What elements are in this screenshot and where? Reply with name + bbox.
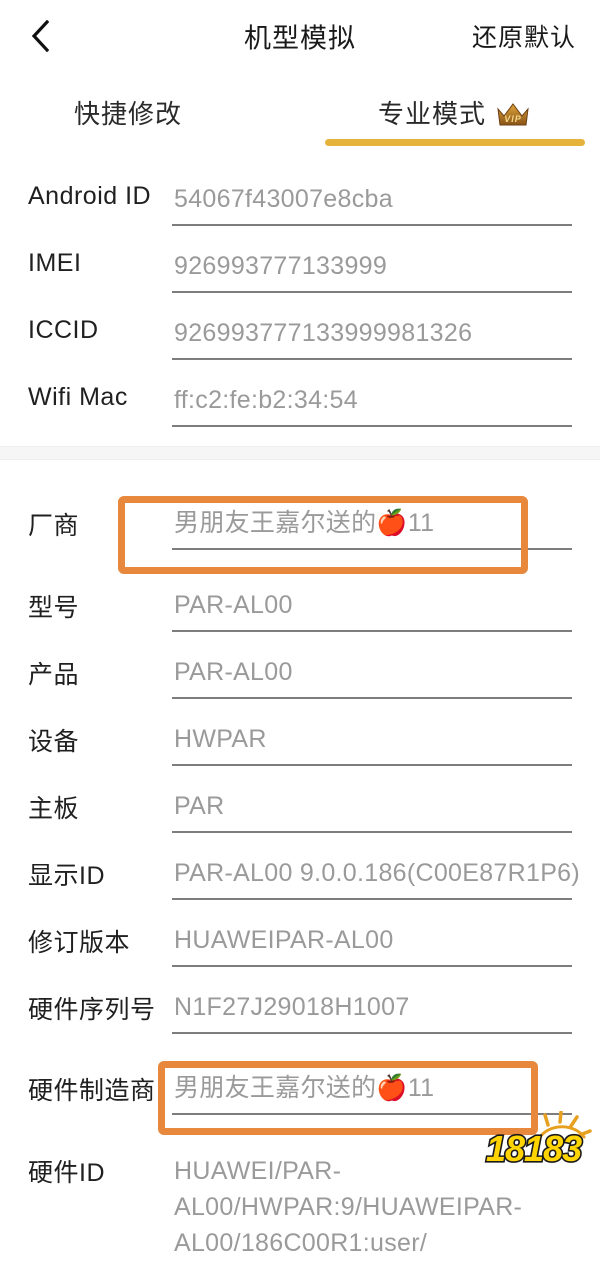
row-label: 显示ID [28,862,106,890]
display-id-input[interactable]: PAR-AL00 9.0.0.186(C00E87R1P6) [172,852,580,900]
form-row-display-id[interactable]: 显示ID PAR-AL00 9.0.0.186(C00E87R1P6) [0,842,600,909]
row-label: Wifi Mac [28,383,128,411]
row-value: HUAWEI/PAR-AL00/HWPAR:9/HUAWEIPAR-AL00/1… [174,1157,523,1257]
row-value: N1F27J29018H1007 [174,993,410,1021]
row-label: 设备 [28,728,80,756]
row-value: HWPAR [174,725,267,753]
field-underline [172,764,572,766]
android-id-input[interactable]: 54067f43007e8cba [172,178,572,226]
field-underline [172,224,572,226]
row-label: 硬件序列号 [28,996,156,1024]
navigation-bar: 机型模拟 还原默认 [0,0,600,72]
row-label: ICCID [28,316,99,344]
field-underline [172,965,572,967]
board-input[interactable]: PAR [172,785,572,833]
form-row-iccid[interactable]: ICCID 926993777133999981326 [0,302,600,369]
vip-crown-icon: VIP [496,101,530,127]
row-label: 产品 [28,661,80,689]
device-properties-section: 厂商 男朋友王嘉尔送的🍎11 型号 PAR-AL00 产品 PAR-AL00 设… [0,460,600,1257]
model-input[interactable]: PAR-AL00 [172,584,572,632]
tab-quick-edit[interactable]: 快捷修改 [74,94,182,131]
form-row-android-id[interactable]: Android ID 54067f43007e8cba [0,168,600,235]
row-label: Android ID [28,182,152,210]
section-divider [0,446,600,460]
row-value: PAR [174,792,225,820]
row-value: PAR-AL00 [174,658,293,686]
revision-input[interactable]: HUAWEIPAR-AL00 [172,919,572,967]
row-value: 男朋友王嘉尔送的🍎11 [174,1074,435,1102]
field-underline [172,1032,572,1034]
imei-input[interactable]: 926993777133999 [172,245,572,293]
form-row-product[interactable]: 产品 PAR-AL00 [0,641,600,708]
iccid-input[interactable]: 926993777133999981326 [172,312,572,360]
row-value: 926993777133999981326 [174,319,473,347]
form-row-hardware-manufacturer[interactable]: 硬件制造商 男朋友王嘉尔送的🍎11 [0,1043,600,1139]
field-underline [172,358,572,360]
form-row-device[interactable]: 设备 HWPAR [0,708,600,775]
hardware-manufacturer-input[interactable]: 男朋友王嘉尔送的🍎11 [172,1067,572,1115]
form-row-imei[interactable]: IMEI 926993777133999 [0,235,600,302]
hardware-serial-input[interactable]: N1F27J29018H1007 [172,986,572,1034]
restore-defaults-button[interactable]: 还原默认 [472,18,576,54]
field-underline [172,1113,572,1115]
row-label: 硬件ID [28,1159,106,1187]
row-value: PAR-AL00 [174,591,293,619]
form-row-manufacturer[interactable]: 厂商 男朋友王嘉尔送的🍎11 [0,474,600,574]
row-value: 54067f43007e8cba [174,185,393,213]
field-underline [172,425,572,427]
row-value: 926993777133999 [174,252,388,280]
row-label: 修订版本 [28,929,131,957]
manufacturer-input[interactable]: 男朋友王嘉尔送的🍎11 [172,502,572,550]
form-row-model[interactable]: 型号 PAR-AL00 [0,574,600,641]
field-underline [172,548,572,550]
row-value: 男朋友王嘉尔送的🍎11 [174,509,435,537]
tab-quick-edit-label: 快捷修改 [74,99,183,129]
tab-bar: 快捷修改 专业模式 VIP [0,72,600,204]
device-input[interactable]: HWPAR [172,718,572,766]
field-underline [172,697,572,699]
form-row-wifi-mac[interactable]: Wifi Mac ff:c2:fe:b2:34:54 [0,369,600,436]
field-underline [172,831,572,833]
svg-text:VIP: VIP [504,114,522,124]
form-row-hardware-id[interactable]: 硬件ID HUAWEI/PAR-AL00/HWPAR:9/HUAWEIPAR-A… [0,1139,600,1257]
row-label: 厂商 [28,512,80,540]
form-row-revision[interactable]: 修订版本 HUAWEIPAR-AL00 [0,909,600,976]
row-label: 型号 [28,594,80,622]
form-row-board[interactable]: 主板 PAR [0,775,600,842]
row-label: IMEI [28,249,82,277]
identifiers-section: Android ID 54067f43007e8cba IMEI 9269937… [0,150,600,446]
row-value: HUAWEIPAR-AL00 [174,926,394,954]
product-input[interactable]: PAR-AL00 [172,651,572,699]
tab-pro-mode[interactable]: 专业模式 VIP [378,94,530,131]
field-underline [172,291,572,293]
form-row-hardware-serial[interactable]: 硬件序列号 N1F27J29018H1007 [0,976,600,1043]
active-tab-underline [325,139,585,146]
row-value: ff:c2:fe:b2:34:54 [174,386,358,414]
hardware-id-input[interactable]: HUAWEI/PAR-AL00/HWPAR:9/HUAWEIPAR-AL00/1… [172,1149,572,1269]
row-label: 硬件制造商 [28,1077,156,1105]
field-underline [172,630,572,632]
wifi-mac-input[interactable]: ff:c2:fe:b2:34:54 [172,379,572,427]
tab-pro-mode-label: 专业模式 [378,99,487,129]
row-value: PAR-AL00 9.0.0.186(C00E87R1P6) [174,859,580,887]
field-underline [172,898,572,900]
row-label: 主板 [28,795,80,823]
